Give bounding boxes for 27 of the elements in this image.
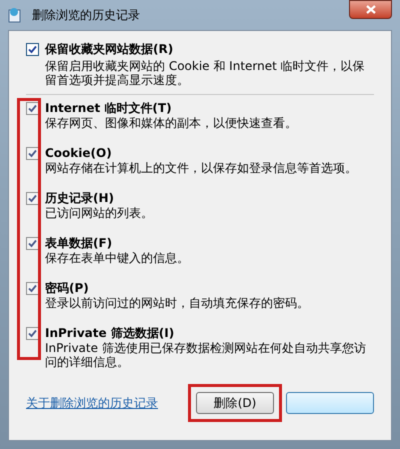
option-description: 保存网页、图像和媒体的副本，以便快速查看。 bbox=[45, 116, 297, 130]
close-icon bbox=[366, 5, 376, 14]
cancel-button[interactable] bbox=[286, 392, 374, 414]
option-label: 保留收藏夹网站数据(R) bbox=[45, 41, 174, 57]
option-description: 登录以前访问过的网站时，自动填充保存的密码。 bbox=[45, 296, 309, 310]
option-description: 保留启用收藏夹网站的 Cookie 和 Internet 临时文件，以保留首选项并提高显示速度。 bbox=[45, 59, 366, 87]
option-label: InPrivate 筛选数据(I) bbox=[45, 325, 176, 341]
checkbox[interactable] bbox=[26, 102, 39, 115]
option-label: 历史记录(H) bbox=[45, 190, 116, 206]
checkbox[interactable] bbox=[26, 192, 39, 205]
checkbox[interactable] bbox=[26, 43, 39, 56]
checkbox[interactable] bbox=[26, 327, 39, 340]
help-link[interactable]: 关于删除浏览的历史记录 bbox=[26, 394, 192, 412]
window-title: 删除浏览的历史记录 bbox=[32, 7, 140, 24]
option-label: 密码(P) bbox=[45, 280, 90, 296]
option-label: Cookie(O) bbox=[45, 145, 113, 161]
option-description: 保存在表单中键入的信息。 bbox=[45, 251, 189, 265]
option-label: 表单数据(F) bbox=[45, 235, 114, 251]
delete-button[interactable]: 删除(D) bbox=[196, 392, 274, 414]
option-description: 网站存储在计算机上的文件，以保存如登录信息等首选项。 bbox=[45, 161, 357, 175]
option-label: Internet 临时文件(T) bbox=[45, 100, 173, 116]
close-button[interactable] bbox=[349, 0, 392, 19]
option-description: InPrivate 筛选使用已保存数据检测网站在何处自动共享您访问的详细信息。 bbox=[45, 341, 367, 369]
checkbox[interactable] bbox=[26, 147, 39, 160]
checkbox[interactable] bbox=[26, 237, 39, 250]
checkbox[interactable] bbox=[26, 282, 39, 295]
option-description: 已访问网站的列表。 bbox=[45, 206, 153, 220]
